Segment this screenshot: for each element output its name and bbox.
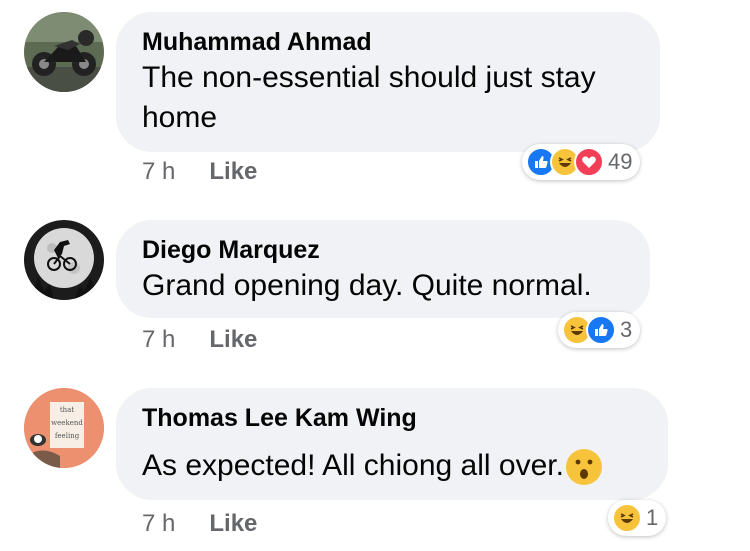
comment-text: The non-essential should just stay — [142, 61, 596, 94]
comment-text: As expected! All chiong all over. — [142, 446, 642, 486]
reaction-summary[interactable]: 1 — [608, 500, 667, 536]
reaction-count: 1 — [646, 505, 659, 530]
avatar-text-weekend: weekend — [51, 419, 83, 427]
comment-bubble: Thomas Lee Kam Wing As expected! All chi… — [116, 388, 668, 500]
avatar-text-feeling: feeling — [55, 432, 80, 440]
reaction-summary[interactable]: 49 — [522, 144, 641, 180]
wow-emoji-icon — [565, 449, 602, 486]
comment-bubble: Muhammad Ahmad The non-essential should … — [116, 12, 660, 152]
comment-author[interactable]: Muhammad Ahmad — [142, 26, 634, 58]
avatar[interactable] — [24, 220, 104, 300]
like-button[interactable]: Like — [209, 510, 257, 538]
comment-text: Grand opening day. Quite normal. — [142, 269, 592, 302]
comment-meta: 7 h Like — [142, 326, 257, 354]
comment-time[interactable]: 7 h — [142, 326, 175, 354]
comment-meta: 7 h Like — [142, 510, 257, 538]
comment-text-body: As expected! All chiong all over. — [142, 449, 564, 482]
haha-icon — [612, 503, 642, 533]
comment-meta: 7 h Like — [142, 158, 257, 186]
avatar-text-that: that — [60, 406, 74, 414]
comment-time[interactable]: 7 h — [142, 158, 175, 186]
like-button[interactable]: Like — [209, 158, 257, 186]
avatar[interactable]: that weekend feeling — [24, 388, 104, 468]
avatar[interactable] — [24, 12, 104, 92]
reaction-count: 3 — [620, 317, 633, 342]
comment-time[interactable]: 7 h — [142, 510, 175, 538]
like-button[interactable]: Like — [209, 326, 257, 354]
comment-author[interactable]: Diego Marquez — [142, 234, 624, 266]
comment-bubble: Diego Marquez Grand opening day. Quite n… — [116, 220, 650, 318]
love-icon — [574, 147, 604, 177]
comment-text-continued: home — [142, 101, 218, 134]
reaction-count: 49 — [608, 149, 633, 174]
comment-author[interactable]: Thomas Lee Kam Wing — [142, 402, 642, 434]
reaction-summary[interactable]: 3 — [558, 312, 641, 348]
like-icon — [586, 315, 616, 345]
